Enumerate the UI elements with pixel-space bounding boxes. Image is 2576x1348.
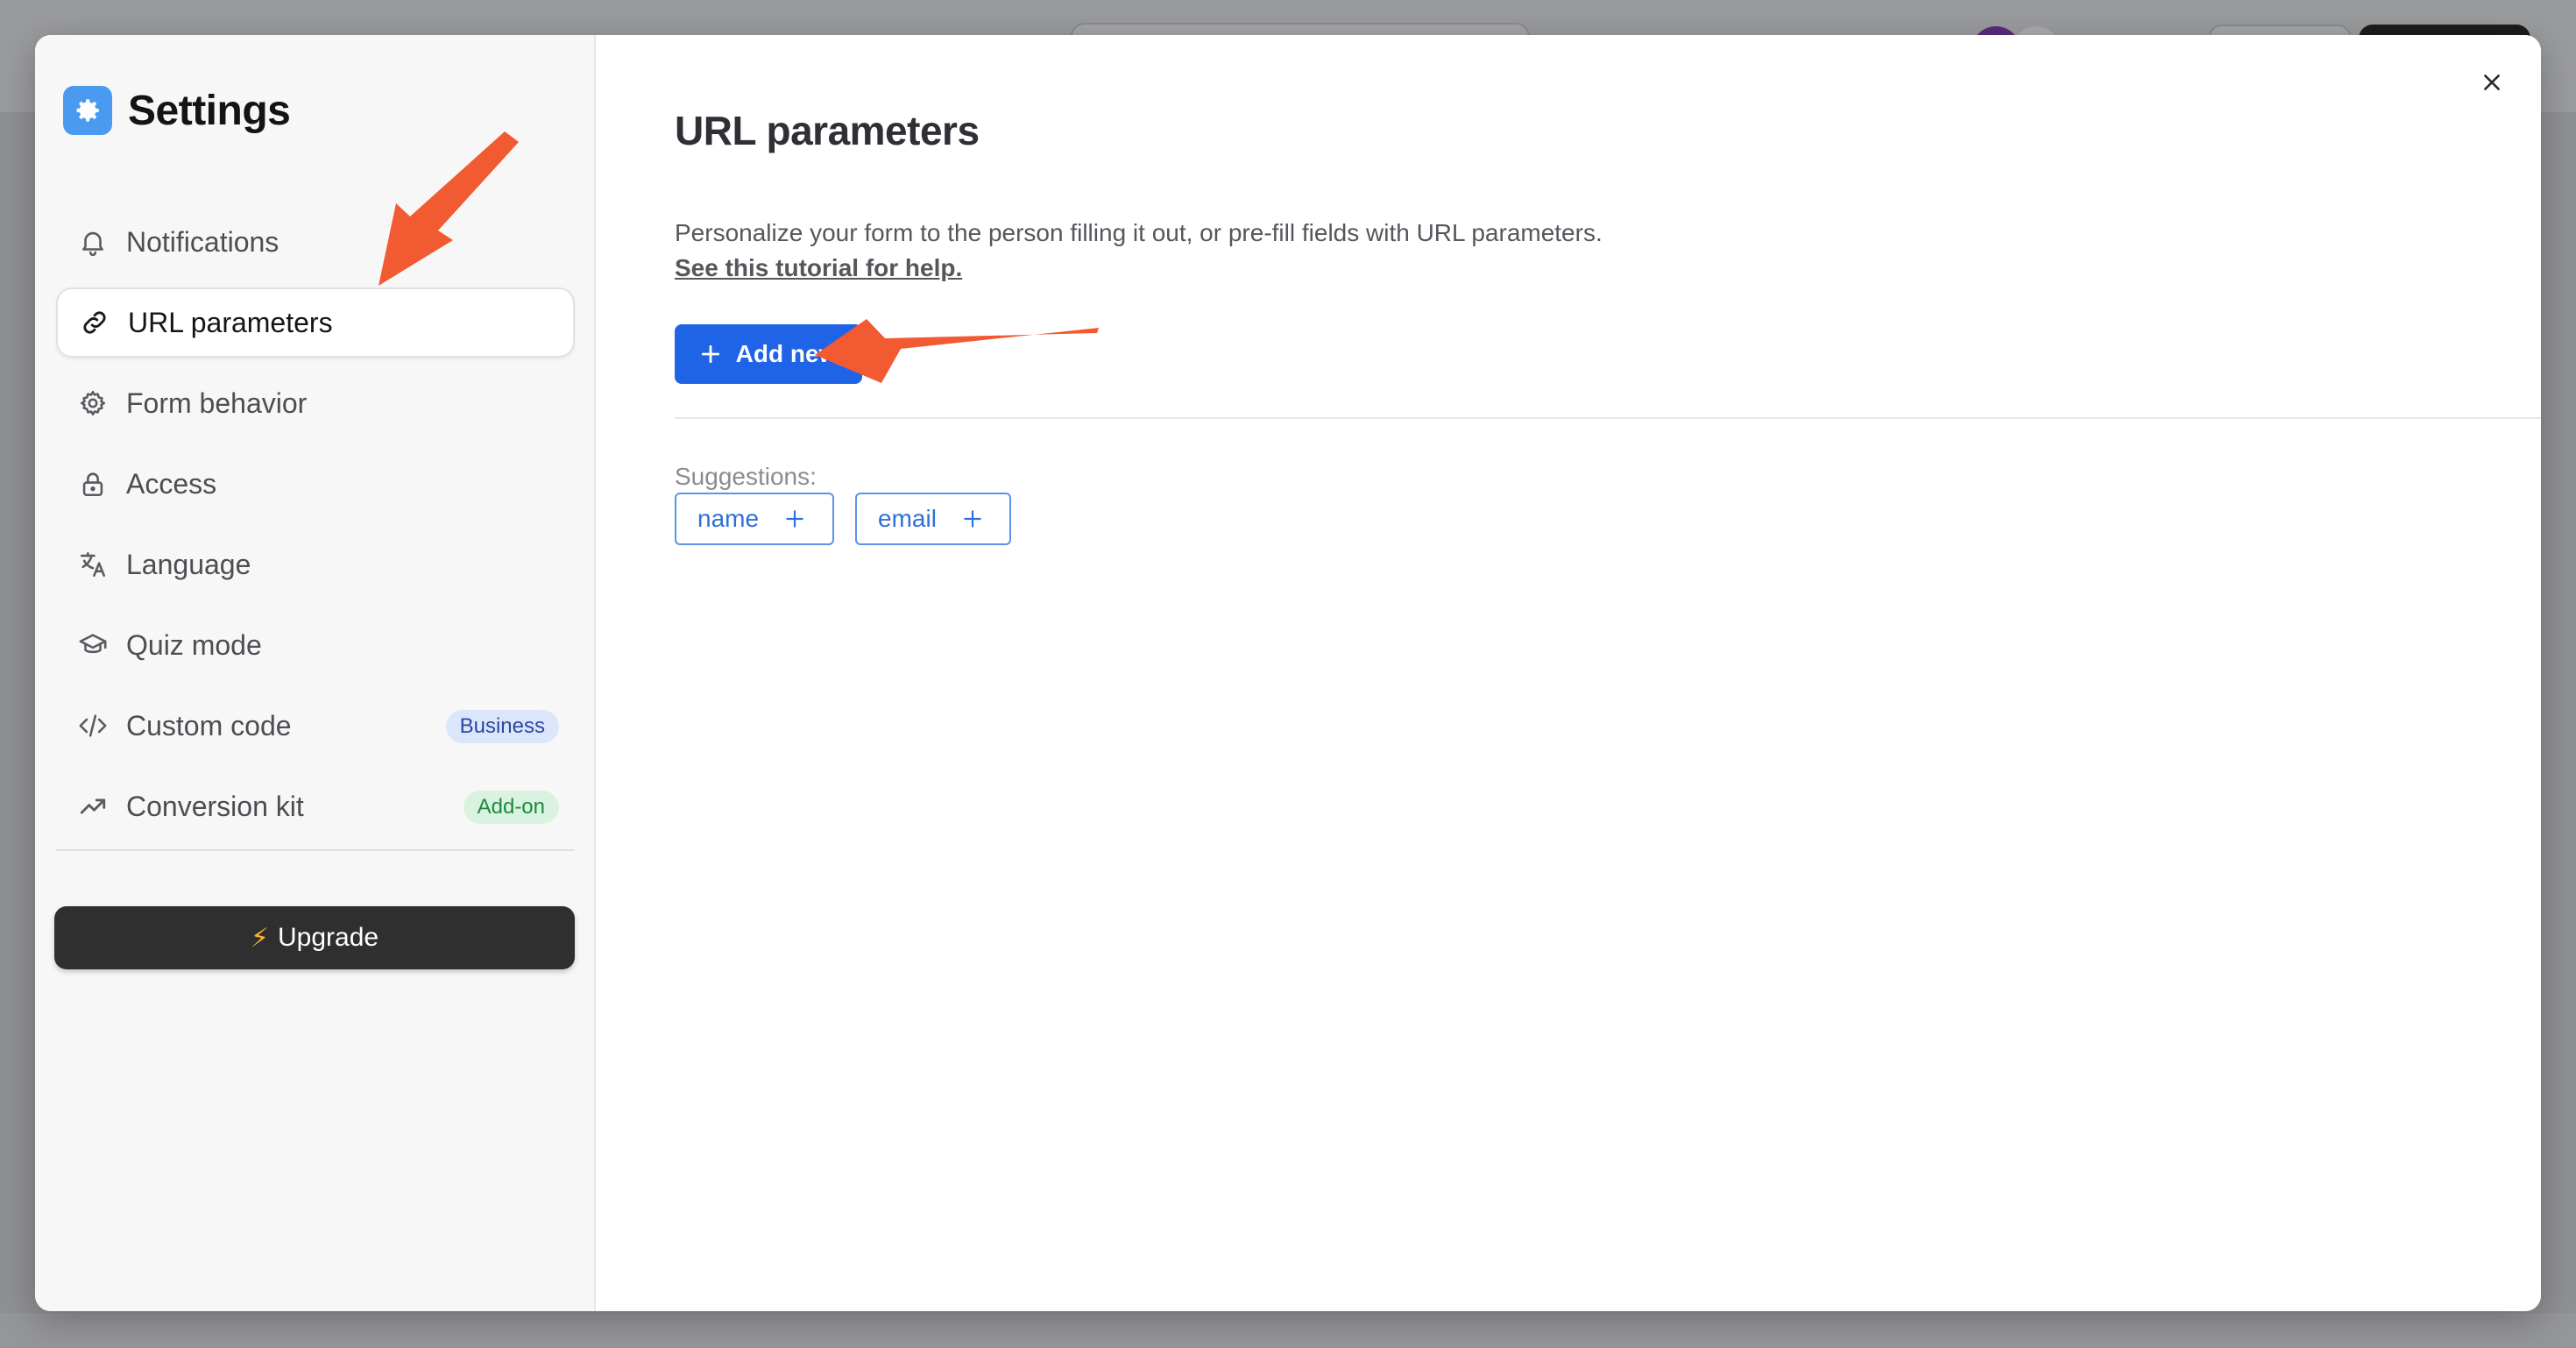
nav-item-url-parameters[interactable]: URL parameters	[56, 287, 575, 358]
page-title: URL parameters	[675, 108, 980, 153]
nav-item-language[interactable]: Language	[56, 529, 575, 600]
nav-label: Quiz mode	[126, 628, 262, 661]
bell-icon	[75, 224, 110, 259]
translate-icon	[75, 547, 110, 582]
settings-sidebar: Settings Notifications URL parameters Fo…	[35, 35, 596, 1311]
upgrade-label: Upgrade	[278, 923, 379, 952]
tutorial-link[interactable]: See this tutorial for help.	[675, 254, 962, 282]
suggestion-chip-name[interactable]: name	[675, 493, 834, 545]
business-badge: Business	[445, 710, 559, 743]
nav-label: Access	[126, 467, 217, 500]
settings-title: Settings	[128, 87, 291, 134]
nav-item-custom-code[interactable]: Custom code Business	[56, 691, 575, 761]
chip-label: name	[697, 505, 760, 532]
nav-item-notifications[interactable]: Notifications	[56, 207, 575, 277]
graduation-cap-icon	[75, 628, 110, 663]
code-icon	[75, 708, 110, 743]
suggestion-chip-email[interactable]: email	[855, 493, 1011, 545]
nav-label: Language	[126, 548, 251, 580]
section-divider	[675, 417, 2541, 419]
nav-item-access[interactable]: Access	[56, 449, 575, 519]
trending-up-icon	[75, 789, 110, 824]
suggestions-label: Suggestions:	[675, 463, 817, 490]
nav-item-quiz-mode[interactable]: Quiz mode	[56, 610, 575, 680]
lightning-icon: ⚡	[250, 923, 269, 953]
nav-item-conversion-kit[interactable]: Conversion kit Add-on	[56, 771, 575, 841]
close-button[interactable]	[2471, 63, 2513, 105]
settings-header: Settings	[63, 82, 291, 138]
nav-label: Custom code	[126, 709, 292, 741]
chip-label: email	[878, 505, 937, 532]
nav-label: Conversion kit	[126, 790, 304, 822]
addon-badge: Add-on	[463, 791, 559, 824]
nav-label: Form behavior	[126, 387, 308, 419]
add-new-button[interactable]: Add new	[675, 324, 862, 384]
plus-icon	[699, 343, 722, 365]
lock-icon	[75, 466, 110, 501]
gear-icon	[75, 386, 110, 421]
url-parameters-panel: URL parameters Personalize your form to …	[596, 35, 2541, 1311]
add-new-label: Add new	[735, 340, 839, 367]
settings-modal: Settings Notifications URL parameters Fo…	[35, 35, 2541, 1311]
nav-divider	[56, 849, 575, 851]
upgrade-button[interactable]: ⚡ Upgrade	[54, 906, 575, 969]
nav-label: Notifications	[126, 225, 280, 258]
background-footer	[0, 1313, 2576, 1348]
nav-label: URL parameters	[128, 306, 333, 338]
gear-icon	[63, 86, 112, 135]
plus-icon	[961, 507, 984, 530]
description-text: Personalize your form to the person fill…	[675, 219, 1603, 246]
plus-icon	[783, 507, 806, 530]
nav-item-form-behavior[interactable]: Form behavior	[56, 368, 575, 438]
settings-nav: Notifications URL parameters Form behavi…	[56, 207, 575, 852]
link-icon	[77, 305, 112, 340]
close-icon	[2480, 71, 2503, 98]
